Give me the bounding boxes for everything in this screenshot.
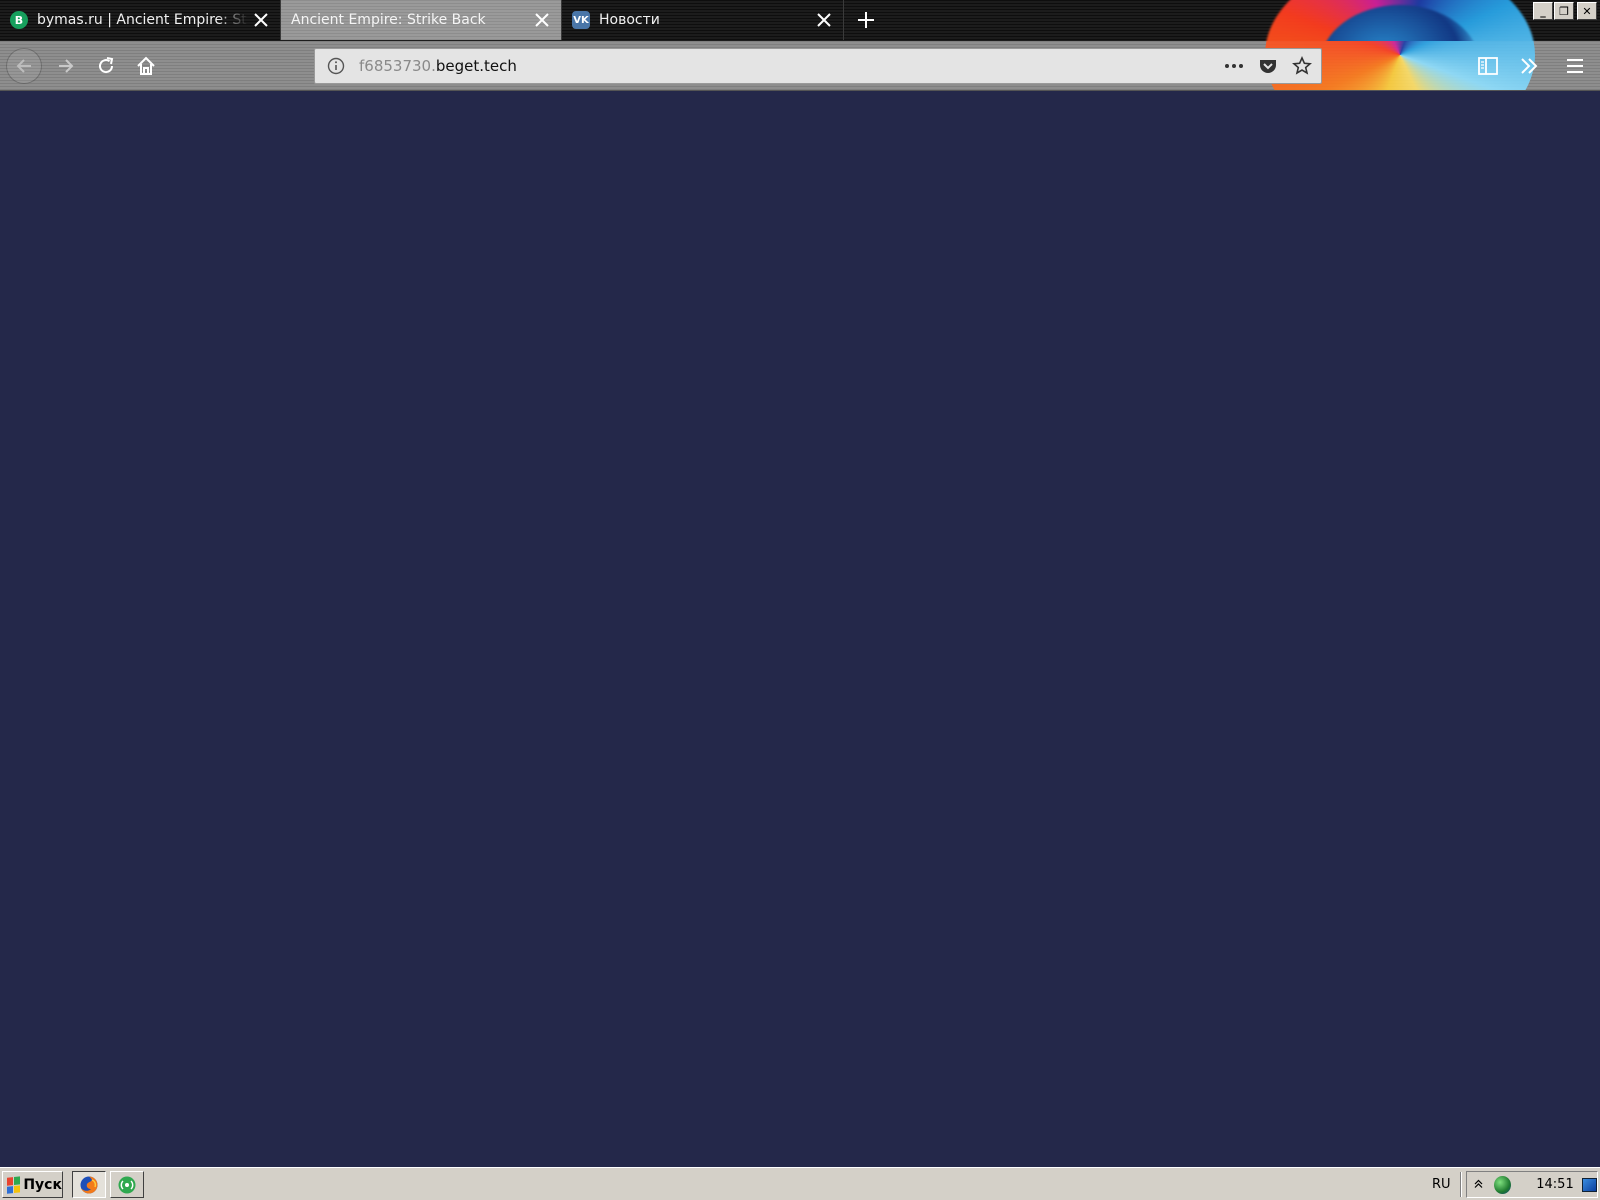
globe-icon[interactable] [1494,1175,1512,1194]
firefox-icon [80,1176,98,1193]
tab-strip: B bymas.ru | Ancient Empire: Strike Back… [0,0,1600,41]
tab-title: Ancient Empire: Strike Back [291,12,486,28]
show-desktop-icon[interactable] [1581,1177,1597,1192]
url-subdomain: f6853730. [359,57,436,75]
window-close-button[interactable]: ✕ [1577,2,1597,20]
close-tab-icon[interactable] [529,7,555,33]
hamburger-icon [1567,59,1583,73]
windows-logo-icon [7,1175,21,1194]
vk-favicon-icon: VK [572,11,590,29]
system-tray: 14:51 [1466,1171,1598,1198]
url-bar[interactable]: f6853730.beget.tech [314,48,1322,84]
tab-vk-news[interactable]: VK Новости [562,0,844,40]
page-content[interactable] [0,91,1600,1167]
forward-button[interactable] [48,48,84,84]
firefox-theme-glow [1265,0,1535,41]
pocket-icon [1260,60,1276,73]
taskbar-firefox-button[interactable] [72,1171,106,1198]
bymas-favicon-icon: B [10,11,28,29]
tray-separator [1460,1172,1462,1197]
info-icon[interactable] [325,55,347,77]
plus-icon [858,12,874,28]
url-domain: beget.tech [435,57,517,75]
window-maximize-button[interactable]: ❐ [1554,2,1574,20]
double-chevron-right-icon [1521,58,1538,74]
tab-ancient-empire[interactable]: Ancient Empire: Strike Back [281,0,562,40]
reload-icon [99,57,114,74]
window-minimize-button[interactable]: _ [1533,2,1553,20]
reload-button[interactable] [88,48,124,84]
sidebar-button[interactable] [1470,48,1506,84]
page-actions-button[interactable] [1219,51,1249,81]
arrow-right-icon [59,59,74,73]
close-tab-icon[interactable] [248,7,274,33]
more-dots-icon [1225,64,1243,68]
arrow-left-icon [16,59,31,73]
star-icon [1292,56,1312,75]
hamburger-menu-button[interactable] [1557,48,1593,84]
back-button[interactable] [6,48,42,84]
clock[interactable]: 14:51 [1536,1177,1573,1192]
network-broadcast-icon [118,1176,136,1193]
navigation-toolbar: f6853730.beget.tech [0,41,1600,91]
language-indicator[interactable]: RU [1432,1177,1451,1192]
tab-title: bymas.ru | Ancient Empire: Strike Back [37,12,248,28]
taskbar-network-app-button[interactable] [110,1171,144,1198]
bookmark-button[interactable] [1287,51,1317,81]
show-hidden-icons-chevron-up-icon[interactable] [1471,1178,1486,1191]
close-tab-icon[interactable] [811,7,837,33]
windows-taskbar: Пуск RU 14:51 [0,1167,1600,1200]
home-icon [137,56,155,75]
tab-title: Новости [599,12,660,28]
start-label: Пуск [23,1176,62,1193]
new-tab-button[interactable] [850,4,882,36]
home-button[interactable] [128,48,164,84]
tab-bymas[interactable]: B bymas.ru | Ancient Empire: Strike Back [0,0,281,40]
sidebar-icon [1478,57,1498,75]
pocket-button[interactable] [1253,51,1283,81]
start-button[interactable]: Пуск [2,1171,63,1198]
url-text[interactable]: f6853730.beget.tech [359,57,1219,75]
overflow-menu-button[interactable] [1511,48,1547,84]
